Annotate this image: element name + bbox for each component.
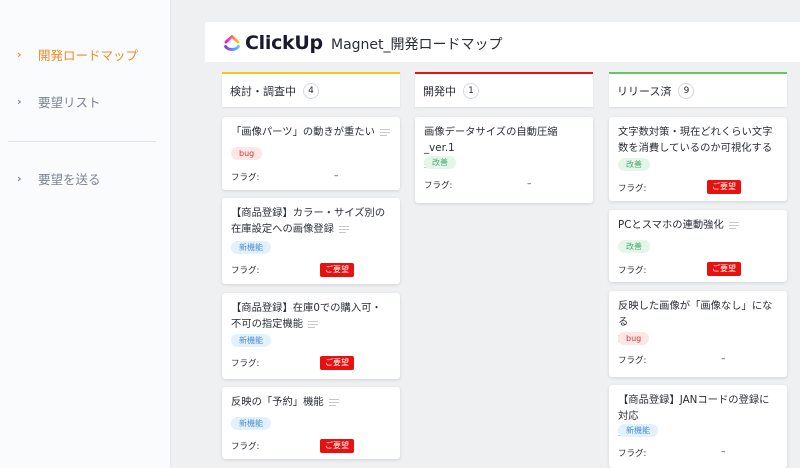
column-name: リリース済 [617, 84, 672, 98]
flag-value: – [721, 447, 726, 457]
flag-label: フラグ: [618, 356, 647, 366]
card-tag: bug [618, 332, 650, 345]
description-icon [338, 225, 349, 233]
flag-label: フラグ: [231, 173, 260, 183]
task-card[interactable]: 反映の「予約」機能 新機能 フラグ: ご要望 [222, 387, 400, 459]
flag-badge: ご要望 [707, 262, 741, 276]
sidebar-item-label: 開発ロードマップ [38, 47, 139, 63]
card-tag: 改善 [618, 240, 650, 253]
sidebar-item-label: 要望リスト [38, 94, 101, 110]
flag-value: – [334, 171, 339, 181]
flag-badge: ご要望 [707, 180, 741, 194]
card-tag: 新機能 [231, 334, 271, 347]
clickup-logo[interactable]: ClickUp [223, 31, 323, 55]
sidebar-item-label: 要望を送る [38, 171, 101, 187]
flag-badge: ご要望 [320, 356, 354, 370]
card-title: 「画像パーツ」の動きが重たい [231, 124, 391, 140]
flag-value: – [527, 179, 532, 189]
task-card[interactable]: 画像データサイズの自動圧縮_ver.1 改善 フラグ: – [415, 117, 593, 203]
card-tag: 改善 [424, 156, 456, 169]
column-count-badge: 4 [303, 82, 319, 99]
task-card[interactable]: 【商品登録】在庫0での購入可・不可の指定機能 新機能 フラグ: ご要望 [222, 293, 400, 379]
column-count-badge: 1 [463, 82, 479, 99]
flag-badge: ご要望 [320, 439, 354, 453]
board-title: Magnet_開発ロードマップ [331, 37, 503, 53]
chevron-right-icon: › [17, 94, 22, 108]
flag-label: フラグ: [231, 359, 260, 369]
column-name: 検討・調査中 [230, 84, 296, 98]
task-card[interactable]: 「画像パーツ」の動きが重たい bug フラグ: – [222, 117, 400, 190]
column-header[interactable]: 検討・調査中 4 [222, 72, 400, 107]
flag-label: フラグ: [231, 266, 260, 276]
logo-text: ClickUp [245, 32, 323, 54]
column-in-development: 開発中 1 画像データサイズの自動圧縮_ver.1 改善 フラグ: – [415, 72, 593, 468]
chevron-right-icon: › [17, 171, 22, 185]
column-released: リリース済 9 文字数対策・現在どれくらい文字数を消費しているのか可視化する 改… [609, 72, 787, 468]
card-tag: 改善 [618, 158, 650, 171]
description-icon [379, 128, 390, 136]
flag-label: フラグ: [231, 442, 260, 452]
flag-label: フラグ: [424, 181, 453, 191]
description-icon [328, 398, 339, 406]
task-card[interactable]: 【商品登録】JANコードの登録に対応 新機能 フラグ: – [609, 385, 787, 468]
task-card[interactable]: 文字数対策・現在どれくらい文字数を消費しているのか可視化する 改善 フラグ: ご… [609, 117, 787, 201]
sidebar-item-request-list[interactable]: › 要望リスト [0, 89, 170, 113]
chevron-right-icon: › [17, 47, 22, 61]
card-tag: 新機能 [231, 417, 271, 430]
board-header: ClickUp Magnet_開発ロードマップ [205, 22, 800, 62]
card-tag: 新機能 [231, 241, 271, 254]
sidebar: › 開発ロードマップ › 要望リスト › 要望を送る [0, 0, 171, 468]
sidebar-item-send-request[interactable]: › 要望を送る [0, 166, 170, 190]
card-title: 【商品登録】カラー・サイズ別の在庫設定への画像登録 [231, 207, 386, 235]
description-icon [308, 320, 319, 328]
card-title: PCとスマホの連動強化 [618, 217, 778, 233]
flag-badge: ご要望 [320, 263, 354, 277]
card-tag: bug [231, 147, 263, 160]
card-title: 【商品登録】在庫0での購入可・不可の指定機能 [231, 302, 382, 330]
card-title: 反映の「予約」機能 [231, 394, 391, 410]
column-reviewing: 検討・調査中 4 「画像パーツ」の動きが重たい bug フラグ: – 【商品登録… [222, 72, 400, 468]
flag-value: – [721, 354, 726, 364]
description-icon [728, 221, 739, 229]
task-card[interactable]: 【商品登録】カラー・サイズ別の在庫設定への画像登録 新機能 フラグ: ご要望 [222, 198, 400, 284]
column-header[interactable]: リリース済 9 [609, 72, 787, 107]
card-tag: 新機能 [618, 424, 658, 437]
flag-label: フラグ: [618, 266, 647, 276]
task-card[interactable]: 反映した画像が「画像なし」になる bug フラグ: – [609, 291, 787, 377]
column-name: 開発中 [423, 84, 456, 98]
flag-label: フラグ: [618, 184, 647, 194]
column-count-badge: 9 [678, 82, 695, 99]
task-card[interactable]: PCとスマホの連動強化 改善 フラグ: ご要望 [609, 210, 787, 282]
sidebar-item-roadmap[interactable]: › 開発ロードマップ [0, 42, 170, 66]
flag-label: フラグ: [618, 449, 647, 459]
sidebar-divider [8, 141, 156, 142]
clickup-logo-icon [224, 35, 240, 51]
column-header[interactable]: 開発中 1 [415, 72, 593, 107]
